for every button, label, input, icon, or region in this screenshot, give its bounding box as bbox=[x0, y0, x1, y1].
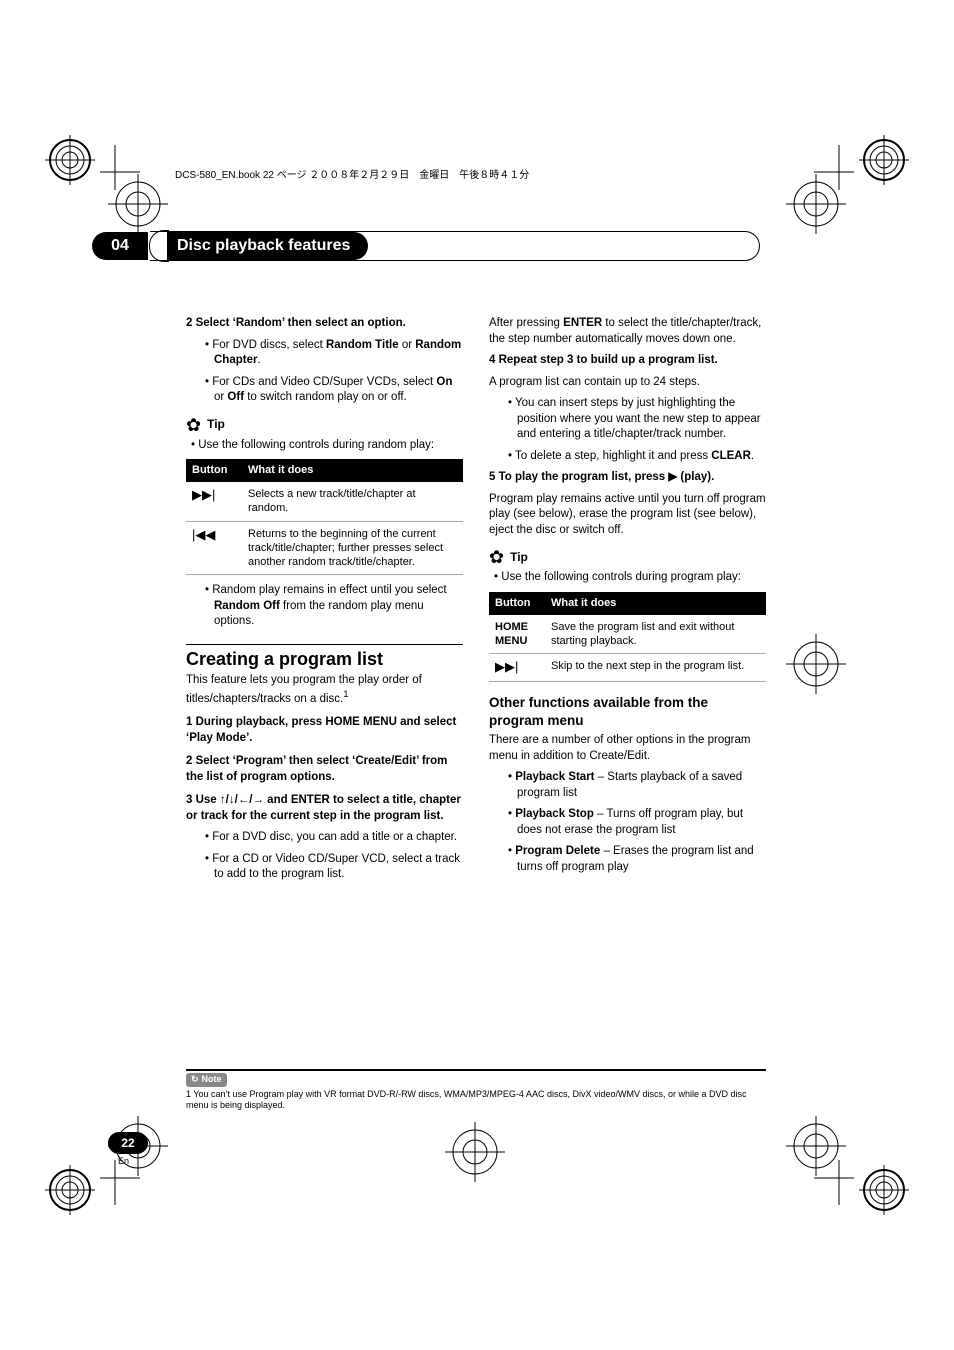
registration-mark-br bbox=[786, 1116, 846, 1176]
header-source-line: DCS-580_EN.book 22 ページ ２００８年２月２９日 金曜日 午後… bbox=[175, 166, 529, 181]
bullet: For CDs and Video CD/Super VCDs, select … bbox=[200, 375, 463, 406]
table-row: HOME MENUSave the program list and exit … bbox=[489, 615, 766, 654]
bullet: Playback Stop – Turns off program play, … bbox=[503, 807, 766, 838]
footnote-text: 1 You can’t use Program play with VR for… bbox=[186, 1089, 766, 1112]
next-track-icon: ▶▶| bbox=[186, 482, 242, 521]
cell: Skip to the next step in the program lis… bbox=[545, 654, 766, 682]
controls-table: ButtonWhat it does ▶▶|Selects a new trac… bbox=[186, 459, 463, 575]
page-language: En bbox=[118, 1156, 129, 1166]
prev-track-icon: |◀◀ bbox=[186, 521, 242, 575]
left-column: 2 Select ‘Random’ then select an option.… bbox=[186, 316, 463, 889]
cell: Selects a new track/title/chapter at ran… bbox=[242, 482, 463, 521]
chapter-paren bbox=[149, 230, 169, 262]
content: 2 Select ‘Random’ then select an option.… bbox=[186, 316, 766, 889]
note-badge: ↻Note bbox=[186, 1073, 227, 1087]
right-column: After pressing ENTER to select the title… bbox=[489, 316, 766, 889]
gear-icon: ✿ bbox=[489, 548, 504, 566]
controls-table-2: ButtonWhat it does HOME MENUSave the pro… bbox=[489, 592, 766, 682]
bullet: For DVD discs, select Random Title or Ra… bbox=[200, 338, 463, 369]
gear-icon: ✿ bbox=[186, 416, 201, 434]
chapter-header: 04 Disc playback features bbox=[92, 232, 760, 260]
table-row: |◀◀Returns to the beginning of the curre… bbox=[186, 521, 463, 575]
step-1: 1 During playback, press HOME MENU and s… bbox=[186, 715, 463, 746]
th-what: What it does bbox=[242, 459, 463, 482]
tip-heading: ✿ Tip bbox=[186, 416, 463, 434]
registration-mark-tl bbox=[108, 174, 168, 234]
next-track-icon: ▶▶| bbox=[489, 654, 545, 682]
paragraph: There are a number of other options in t… bbox=[489, 733, 766, 764]
section-heading: Creating a program list bbox=[186, 644, 463, 671]
chapter-number: 04 bbox=[92, 232, 148, 260]
bullet: Program Delete – Erases the program list… bbox=[503, 844, 766, 875]
step-3: 3 Use ↑/↓/←/→ and ENTER to select a titl… bbox=[186, 793, 463, 824]
th-button: Button bbox=[489, 592, 545, 615]
table-row: ▶▶|Selects a new track/title/chapter at … bbox=[186, 482, 463, 521]
th-button: Button bbox=[186, 459, 242, 482]
bullet: For a DVD disc, you can add a title or a… bbox=[200, 830, 463, 846]
registration-mark-right bbox=[786, 634, 846, 694]
th-what: What it does bbox=[545, 592, 766, 615]
footnote-section: ↻Note 1 You can’t use Program play with … bbox=[186, 1069, 766, 1112]
tip-bullet: Use the following controls during progra… bbox=[489, 570, 766, 586]
page-number: 22 bbox=[108, 1132, 148, 1154]
registration-mark-bottom bbox=[445, 1122, 505, 1182]
step-2: 2 Select ‘Random’ then select an option. bbox=[186, 316, 463, 332]
section-intro: This feature lets you program the play o… bbox=[186, 673, 463, 707]
step-5: 5 To play the program list, press ▶ (pla… bbox=[489, 470, 766, 486]
registration-mark-tr bbox=[786, 174, 846, 234]
bullet: Playback Start – Starts playback of a sa… bbox=[503, 770, 766, 801]
cell: Returns to the beginning of the current … bbox=[242, 521, 463, 575]
table-row: ▶▶|Skip to the next step in the program … bbox=[489, 654, 766, 682]
bullet: To delete a step, highlight it and press… bbox=[503, 449, 766, 465]
paragraph: A program list can contain up to 24 step… bbox=[489, 375, 766, 391]
tip-label: Tip bbox=[207, 416, 225, 432]
chapter-title: Disc playback features bbox=[167, 232, 368, 260]
home-menu-label: HOME MENU bbox=[489, 615, 545, 654]
bullet: Random play remains in effect until you … bbox=[200, 583, 463, 630]
tip-label: Tip bbox=[510, 549, 528, 565]
bullet: For a CD or Video CD/Super VCD, select a… bbox=[200, 852, 463, 883]
subsection-heading: Other functions available from the progr… bbox=[489, 694, 766, 729]
paragraph: Program play remains active until you tu… bbox=[489, 492, 766, 539]
tip-heading: ✿ Tip bbox=[489, 548, 766, 566]
page: DCS-580_EN.book 22 ページ ２００８年２月２９日 金曜日 午後… bbox=[0, 0, 954, 1350]
tip-bullet: Use the following controls during random… bbox=[186, 438, 463, 454]
cell: Save the program list and exit without s… bbox=[545, 615, 766, 654]
step-4: 4 Repeat step 3 to build up a program li… bbox=[489, 353, 766, 369]
paragraph: After pressing ENTER to select the title… bbox=[489, 316, 766, 347]
bullet: You can insert steps by just highlightin… bbox=[503, 396, 766, 443]
step-2b: 2 Select ‘Program’ then select ‘Create/E… bbox=[186, 754, 463, 785]
note-icon: ↻ bbox=[191, 1074, 199, 1086]
